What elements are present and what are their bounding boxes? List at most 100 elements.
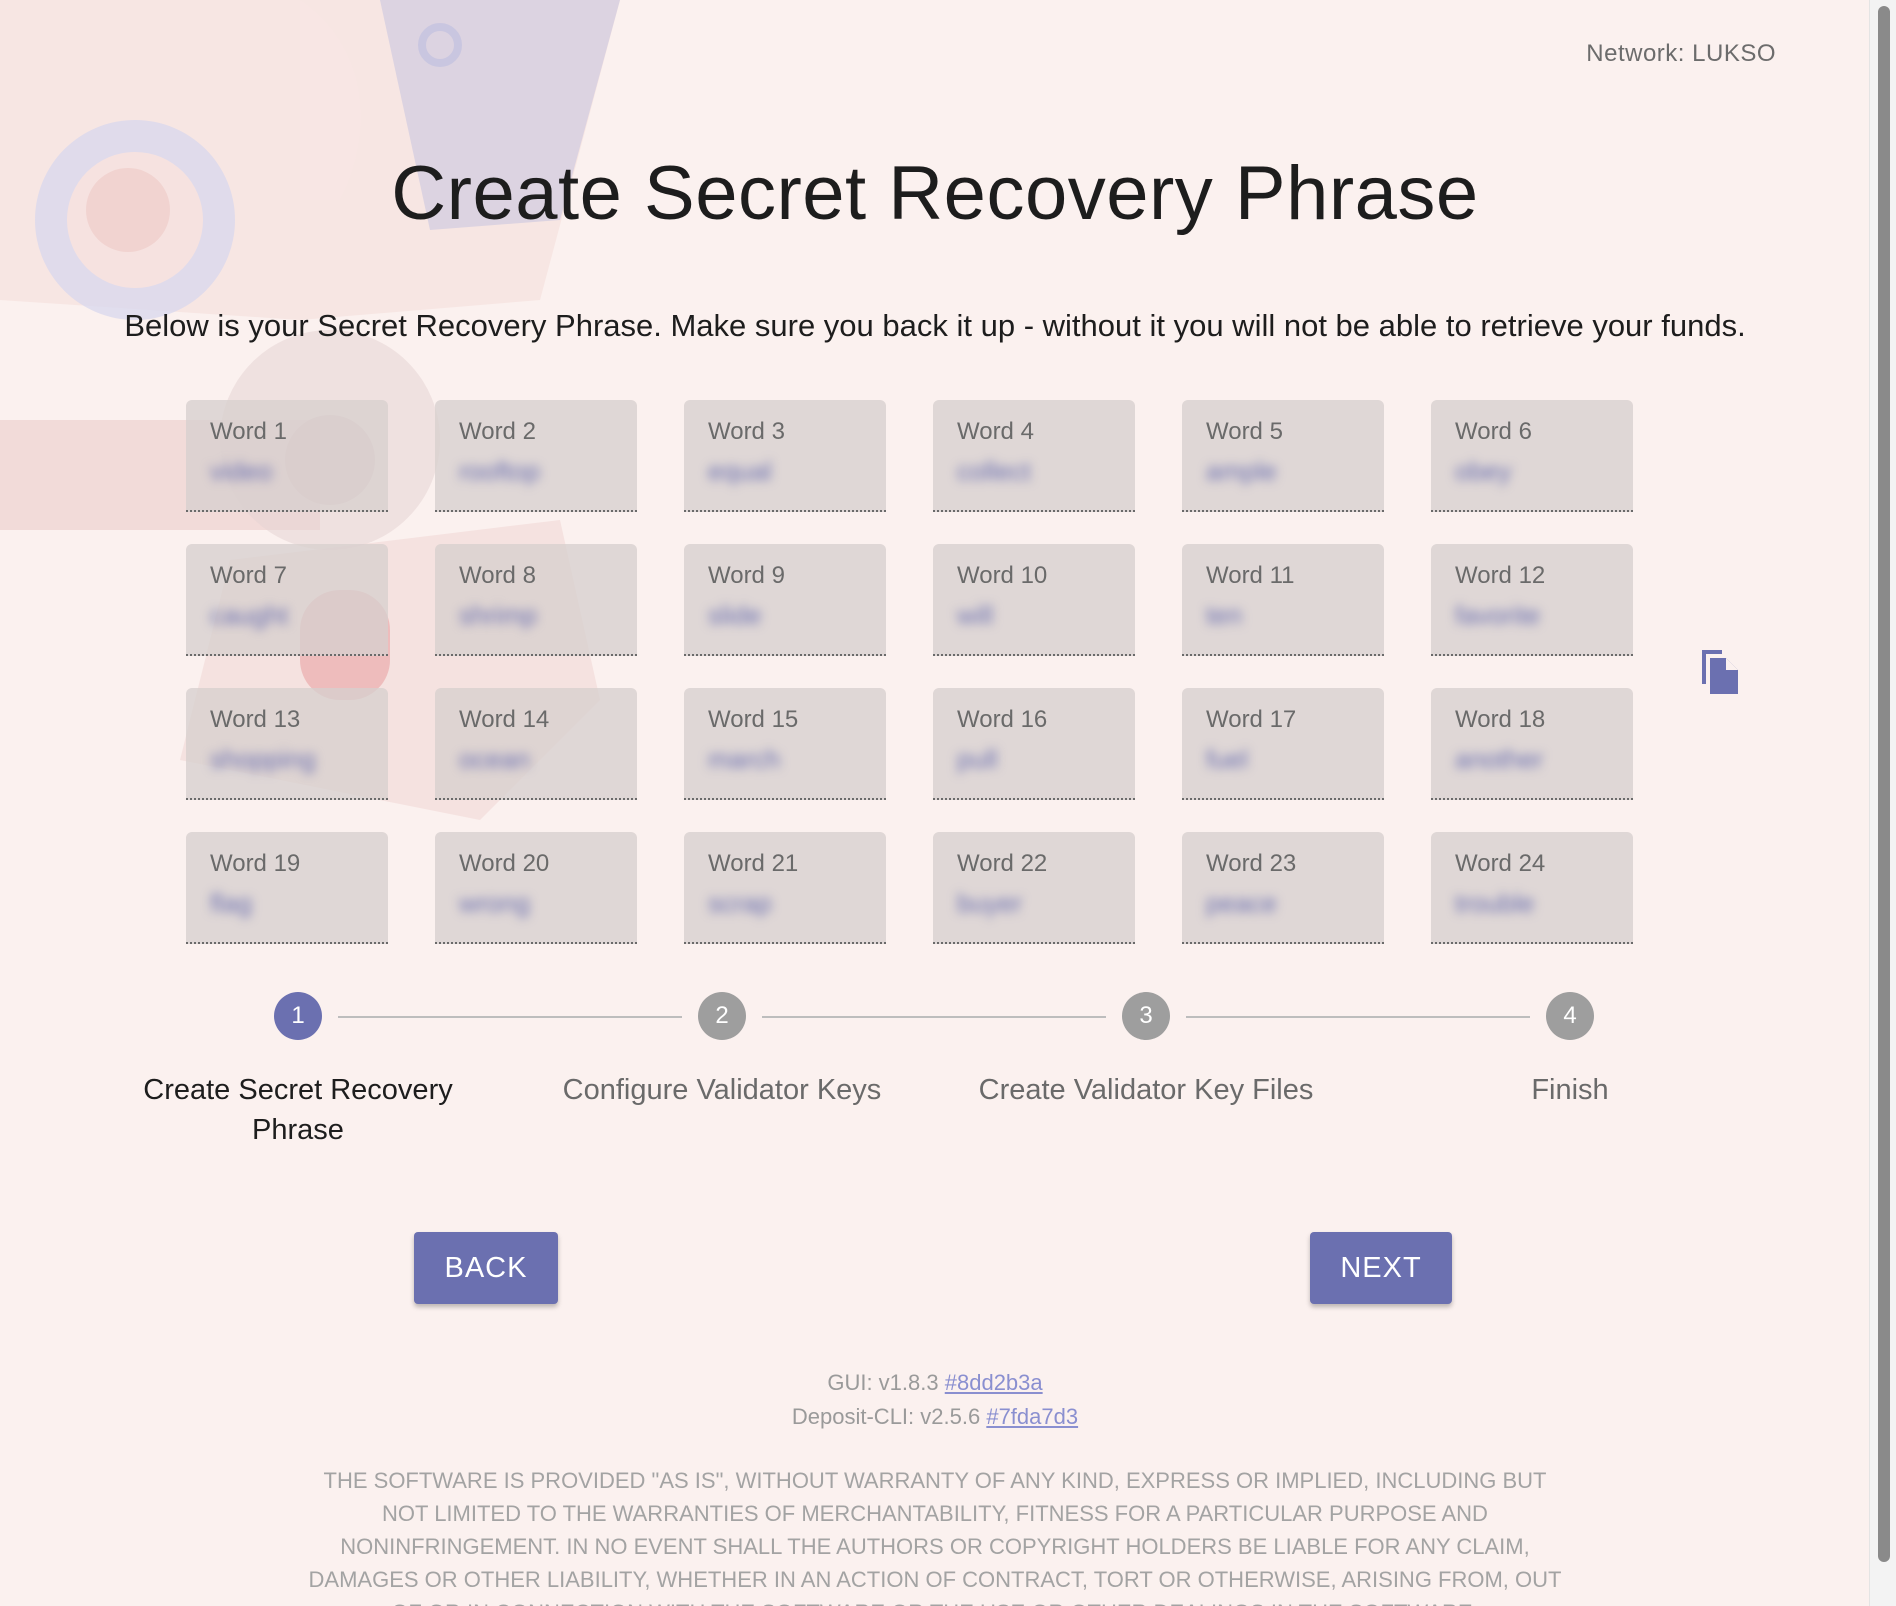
step-number-badge: 3	[1122, 992, 1170, 1040]
scrollbar[interactable]	[1869, 0, 1896, 1606]
word-label: Word 7	[210, 562, 287, 589]
step-label: Configure Validator Keys	[562, 1074, 882, 1106]
word-field-1[interactable]: Word 1 video	[186, 400, 388, 512]
word-label: Word 3	[708, 418, 785, 445]
word-label: Word 19	[210, 850, 301, 877]
word-label: Word 21	[708, 850, 799, 877]
word-field-3[interactable]: Word 3 equal	[684, 400, 886, 512]
word-field-18[interactable]: Word 18 another	[1431, 688, 1633, 800]
word-label: Word 1	[210, 418, 287, 445]
word-field-13[interactable]: Word 13 shopping	[186, 688, 388, 800]
word-value[interactable]: shrimp	[459, 600, 537, 631]
network-indicator: Network: LUKSO	[1586, 40, 1776, 67]
word-field-22[interactable]: Word 22 buyer	[933, 832, 1135, 944]
word-field-17[interactable]: Word 17 fuel	[1182, 688, 1384, 800]
gui-version-label: GUI: v1.8.3	[827, 1370, 939, 1395]
word-label: Word 20	[459, 850, 550, 877]
word-value[interactable]: will	[957, 600, 993, 631]
back-button[interactable]: BACK	[414, 1232, 558, 1304]
word-value[interactable]: equal	[708, 456, 772, 487]
word-label: Word 12	[1455, 562, 1546, 589]
page-description: Below is your Secret Recovery Phrase. Ma…	[124, 308, 1746, 343]
word-field-23[interactable]: Word 23 peace	[1182, 832, 1384, 944]
word-value[interactable]: wrong	[459, 888, 530, 919]
word-field-5[interactable]: Word 5 ample	[1182, 400, 1384, 512]
word-field-4[interactable]: Word 4 collect	[933, 400, 1135, 512]
step-number-badge: 2	[698, 992, 746, 1040]
word-value[interactable]: obey	[1455, 456, 1511, 487]
word-label: Word 4	[957, 418, 1034, 445]
next-button[interactable]: NEXT	[1310, 1232, 1452, 1304]
word-label: Word 23	[1206, 850, 1297, 877]
word-field-15[interactable]: Word 15 march	[684, 688, 886, 800]
copy-icon[interactable]	[1696, 646, 1744, 698]
word-value[interactable]: another	[1455, 744, 1543, 775]
word-value[interactable]: slide	[708, 600, 761, 631]
word-value[interactable]: video	[210, 456, 272, 487]
step-number-badge: 4	[1546, 992, 1594, 1040]
recovery-phrase-grid: Word 1 video Word 2 rooftop Word 3 equal Word …	[186, 400, 1633, 944]
word-value[interactable]: flag	[210, 888, 252, 919]
word-field-2[interactable]: Word 2 rooftop	[435, 400, 637, 512]
word-label: Word 10	[957, 562, 1048, 589]
word-value[interactable]: favorite	[1455, 600, 1540, 631]
word-field-24[interactable]: Word 24 trouble	[1431, 832, 1633, 944]
word-label: Word 15	[708, 706, 799, 733]
word-value[interactable]: peace	[1206, 888, 1277, 919]
word-value[interactable]: march	[708, 744, 780, 775]
word-label: Word 24	[1455, 850, 1546, 877]
gui-commit-link[interactable]: #8dd2b3a	[945, 1370, 1043, 1395]
word-field-8[interactable]: Word 8 shrimp	[435, 544, 637, 656]
step-2: 2 Configure Validator Keys	[552, 990, 892, 1110]
step-label: Finish	[1531, 1074, 1609, 1106]
word-value[interactable]: pull	[957, 744, 997, 775]
word-value[interactable]: rooftop	[459, 456, 540, 487]
scrollbar-thumb[interactable]	[1878, 6, 1890, 1562]
word-value[interactable]: caught	[210, 600, 288, 631]
word-value[interactable]: trouble	[1455, 888, 1535, 919]
word-label: Word 17	[1206, 706, 1297, 733]
app-window: Network: LUKSO Create Secret Recovery Ph…	[0, 0, 1896, 1606]
word-label: Word 14	[459, 706, 550, 733]
word-field-6[interactable]: Word 6 obey	[1431, 400, 1633, 512]
word-field-11[interactable]: Word 11 ten	[1182, 544, 1384, 656]
word-label: Word 18	[1455, 706, 1546, 733]
word-label: Word 2	[459, 418, 536, 445]
word-value[interactable]: collect	[957, 456, 1031, 487]
word-field-10[interactable]: Word 10 will	[933, 544, 1135, 656]
word-label: Word 6	[1455, 418, 1532, 445]
step-1: 1 Create Secret Recovery Phrase	[128, 990, 468, 1150]
word-value[interactable]: buyer	[957, 888, 1022, 919]
word-field-12[interactable]: Word 12 favorite	[1431, 544, 1633, 656]
word-field-21[interactable]: Word 21 scrap	[684, 832, 886, 944]
word-label: Word 22	[957, 850, 1048, 877]
word-label: Word 8	[459, 562, 536, 589]
word-field-7[interactable]: Word 7 caught	[186, 544, 388, 656]
word-field-20[interactable]: Word 20 wrong	[435, 832, 637, 944]
word-label: Word 16	[957, 706, 1048, 733]
word-value[interactable]: fuel	[1206, 744, 1248, 775]
step-label: Create Secret Recovery Phrase	[143, 1074, 453, 1146]
word-label: Word 13	[210, 706, 301, 733]
step-3: 3 Create Validator Key Files	[976, 990, 1316, 1110]
word-value[interactable]: ocean	[459, 744, 530, 775]
cli-commit-link[interactable]: #7fda7d3	[986, 1404, 1078, 1429]
step-label: Create Validator Key Files	[978, 1074, 1314, 1106]
cli-version-label: Deposit-CLI: v2.5.6	[791, 1404, 981, 1429]
step-4: 4 Finish	[1400, 990, 1740, 1110]
word-field-9[interactable]: Word 9 slide	[684, 544, 886, 656]
word-value[interactable]: ten	[1206, 600, 1242, 631]
word-value[interactable]: scrap	[708, 888, 772, 919]
word-label: Word 5	[1206, 418, 1283, 445]
word-field-14[interactable]: Word 14 ocean	[435, 688, 637, 800]
progress-stepper: 1 Create Secret Recovery Phrase 2 Configure…	[0, 990, 1896, 1160]
page-title: Create Secret Recovery Phrase	[391, 151, 1479, 236]
word-field-19[interactable]: Word 19 flag	[186, 832, 388, 944]
word-value[interactable]: shopping	[210, 744, 316, 775]
word-value[interactable]: ample	[1206, 456, 1277, 487]
version-info: GUI: v1.8.3 #8dd2b3a Deposit-CLI: v2.5.6…	[0, 1366, 1870, 1434]
word-field-16[interactable]: Word 16 pull	[933, 688, 1135, 800]
word-label: Word 11	[1206, 562, 1295, 589]
license-text: THE SOFTWARE IS PROVIDED "AS IS", WITHOU…	[308, 1468, 1562, 1606]
step-number-badge: 1	[274, 992, 322, 1040]
